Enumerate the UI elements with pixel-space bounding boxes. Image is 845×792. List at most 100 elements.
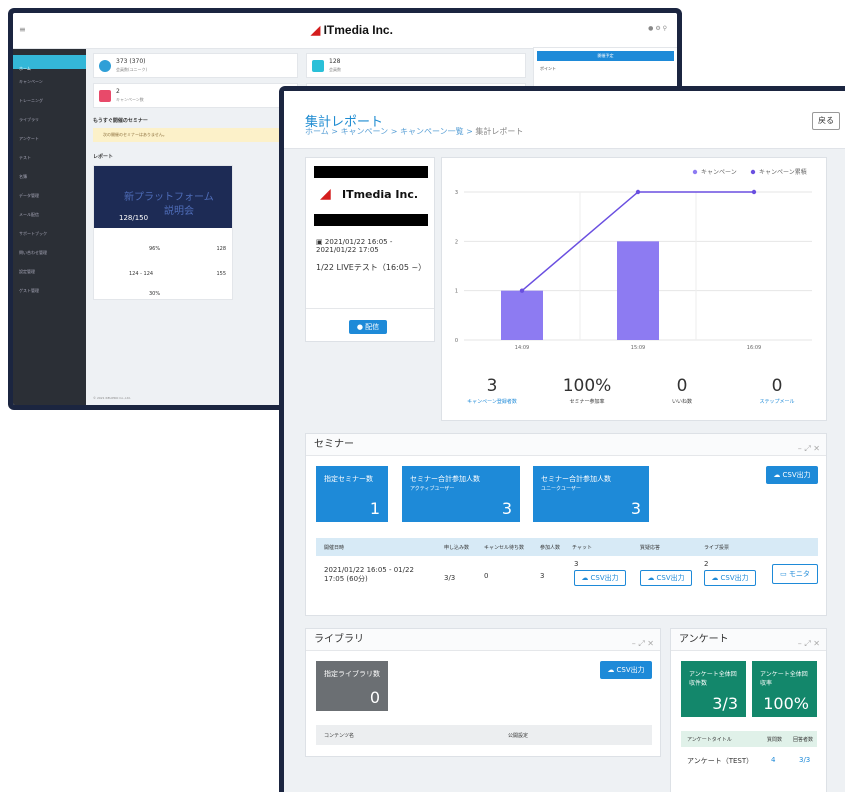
row-datetime: 2021/01/22 16:05 - 01/22 17:05 (60分) <box>324 566 414 583</box>
col-datetime: 開催日時 <box>324 545 345 551</box>
report-banner: 新プラットフォーム 説明会 128/150 <box>94 166 232 228</box>
row-apply: 3/3 <box>444 574 456 582</box>
sidebar-item[interactable]: テスト <box>19 151 80 164</box>
tile-survey-count: アンケート全体回収件数 3/3 <box>681 661 746 717</box>
seminar-panel: セミナー – ⤢ ✕ 指定セミナー数 1 セミナー合計参加人数 アクティブユーザー 3 … <box>305 433 827 616</box>
foreground-screenshot: 集計レポート ホーム > キャンペーン > キャンペーン一覧 > 集計レポート … <box>279 86 845 792</box>
library-csv-button[interactable]: ☁ CSV出力 <box>600 661 652 679</box>
breadcrumb-home[interactable]: ホーム <box>305 127 329 136</box>
report-number: 124 - 124 <box>129 271 154 277</box>
col-publish: 公開設定 <box>508 733 529 739</box>
panel-controls-icon[interactable]: – ⤢ ✕ <box>632 633 654 655</box>
csv-label: CSV出力 <box>720 574 749 582</box>
sidebar-item[interactable]: アンケート <box>19 132 80 145</box>
stat-participation: 100% セミナー参加率 <box>562 376 612 405</box>
cloud-icon: ☁ <box>711 574 719 582</box>
report-title: レポート <box>93 154 114 160</box>
tile-seminar-count: 指定セミナー数 1 <box>316 466 388 522</box>
survey-title: アンケート <box>679 634 729 645</box>
eye-icon <box>99 60 111 72</box>
sidebar-item[interactable]: 名簿 <box>19 170 80 183</box>
campaign-icon <box>99 90 111 102</box>
col-content: コンテンツ名 <box>324 733 355 739</box>
sidebar-item-home[interactable]: ホーム <box>13 55 86 71</box>
panel-controls-icon[interactable]: – ⤢ ✕ <box>798 633 820 655</box>
stat-likes: 0 いいね数 <box>671 376 692 405</box>
library-panel: ライブラリ – ⤢ ✕ 指定ライブラリ数 0 ☁ CSV出力 コンテンツ名 公開設定 <box>305 628 661 757</box>
monitor-button[interactable]: ▭ モニタ <box>772 564 818 584</box>
breadcrumb-campaign-list[interactable]: キャンペーン一覧 <box>400 127 464 136</box>
sidebar-item[interactable]: キャンペーン <box>19 75 80 88</box>
header-icons[interactable]: ● ⚙ ⚲ <box>648 25 667 32</box>
sidebar-item[interactable]: 設定管理 <box>19 265 80 278</box>
chat-csv-button[interactable]: ☁ CSV出力 <box>574 570 626 586</box>
top-bar: ≡ ◢ ITmedia Inc. ● ⚙ ⚲ <box>13 13 677 49</box>
sidebar-item[interactable]: サポートブック <box>19 227 80 240</box>
points-label: ポイント <box>540 66 556 71</box>
schedule-button[interactable]: 開催予定 <box>537 51 674 61</box>
brand-logo: ◢ ITmedia Inc. <box>311 23 393 37</box>
seminar-title: セミナー <box>314 439 354 450</box>
banner-title: 新プラットフォーム <box>124 192 214 203</box>
upcoming-title: もうすぐ開催のセミナー <box>93 118 148 124</box>
report-card[interactable]: 新プラットフォーム 説明会 128/150 96% 128 124 - 124 … <box>93 165 233 300</box>
legend-swatch <box>750 169 756 175</box>
report-number: 128 <box>216 246 226 252</box>
stat-value: 2 <box>116 88 120 95</box>
x-tick-label: 15:09 <box>631 345 645 351</box>
stat-card-members2: 128 会員数 <box>306 53 526 78</box>
calendar-icon: ▣ <box>316 238 323 246</box>
cumulative-point <box>751 189 757 195</box>
play-button[interactable]: ● 配信 <box>349 320 387 334</box>
seminar-panel-header: セミナー – ⤢ ✕ <box>306 434 826 456</box>
vote-csv-button[interactable]: ☁ CSV出力 <box>704 570 756 586</box>
survey-row-answers[interactable]: 3/3 <box>799 756 810 764</box>
col-qa: 質疑応答 <box>640 545 661 551</box>
event-date-text: 2021/01/22 16:05 - 2021/01/22 17:05 <box>316 238 393 254</box>
cloud-icon: ☁ <box>773 471 781 479</box>
sidebar-item[interactable]: メール配信 <box>19 208 80 221</box>
legend-label: キャンペーン <box>701 169 737 176</box>
stat-registrations: 3 キャンペーン登録者数 <box>467 376 517 405</box>
x-tick-label: 14:09 <box>515 345 529 351</box>
survey-row-name: アンケート（TEST） <box>687 757 754 765</box>
event-logo-text: ITmedia Inc. <box>342 188 419 201</box>
sidebar-item[interactable]: 問い合わせ管理 <box>19 246 80 259</box>
library-table-header: コンテンツ名 公開設定 <box>316 725 652 745</box>
tile-library-count: 指定ライブラリ数 0 <box>316 661 388 711</box>
chart-panel: 0 1 2 3 14:09 15:09 16:09 キャンペーン キャンペーン累積 3 キャンペー… <box>441 157 827 421</box>
sidebar-item[interactable]: データ管理 <box>19 189 80 202</box>
play-button-label: 配信 <box>365 323 380 331</box>
stat-label: キャンペーン数 <box>116 97 144 102</box>
col-chat: チャット <box>572 545 592 551</box>
event-panel: ◢ ITmedia Inc. ▣ 2021/01/22 16:05 - 2021… <box>305 157 435 342</box>
stats-row: 3 キャンペーン登録者数 100% セミナー参加率 0 いいね数 0 ステップメール <box>442 376 826 416</box>
legend-label: キャンペーン累積 <box>759 168 807 176</box>
panel-controls-icon[interactable]: – ⤢ ✕ <box>798 438 820 460</box>
survey-row-questions[interactable]: 4 <box>771 756 775 764</box>
menu-icon[interactable]: ≡ <box>19 25 26 34</box>
itmedia-logo-icon: ◢ <box>320 186 331 202</box>
sidebar-item[interactable]: ライブラリ <box>19 113 80 126</box>
cumulative-point <box>635 189 641 195</box>
seminar-table-header: 開催日時 申し込み数 キャンセル待ち数 参加人数 チャット 質疑応答 ライブ投票 <box>316 538 818 556</box>
sidebar-item[interactable]: トレーニング <box>19 94 80 107</box>
x-tick-label: 16:09 <box>747 345 761 351</box>
report-number: 30% <box>149 291 161 297</box>
col-apply: 申し込み数 <box>444 545 470 551</box>
seminar-csv-button[interactable]: ☁ CSV出力 <box>766 466 818 484</box>
event-thumbnail: ◢ ITmedia Inc. <box>314 166 428 226</box>
back-button[interactable]: 戻る <box>812 112 840 130</box>
monitor-icon: ▭ <box>780 570 787 578</box>
tile-total-unique: セミナー合計参加人数 ユニークユーザー 3 <box>533 466 649 522</box>
y-tick-label: 2 <box>455 239 458 245</box>
row-wait: 0 <box>484 572 489 580</box>
qa-csv-button[interactable]: ☁ CSV出力 <box>640 570 692 586</box>
y-tick-label: 3 <box>455 190 458 196</box>
campaign-chart: 0 1 2 3 14:09 15:09 16:09 キャンペーン キャンペーン累積 <box>455 168 812 351</box>
breadcrumb-campaign[interactable]: キャンペーン <box>341 127 389 136</box>
sidebar-item[interactable]: ゲスト管理 <box>19 284 80 297</box>
y-tick-label: 0 <box>455 338 458 344</box>
stat-card-members: 373 (370) 会員数(ユニーク) <box>93 53 298 78</box>
stat-card-campaigns: 2 キャンペーン数 <box>93 83 298 108</box>
